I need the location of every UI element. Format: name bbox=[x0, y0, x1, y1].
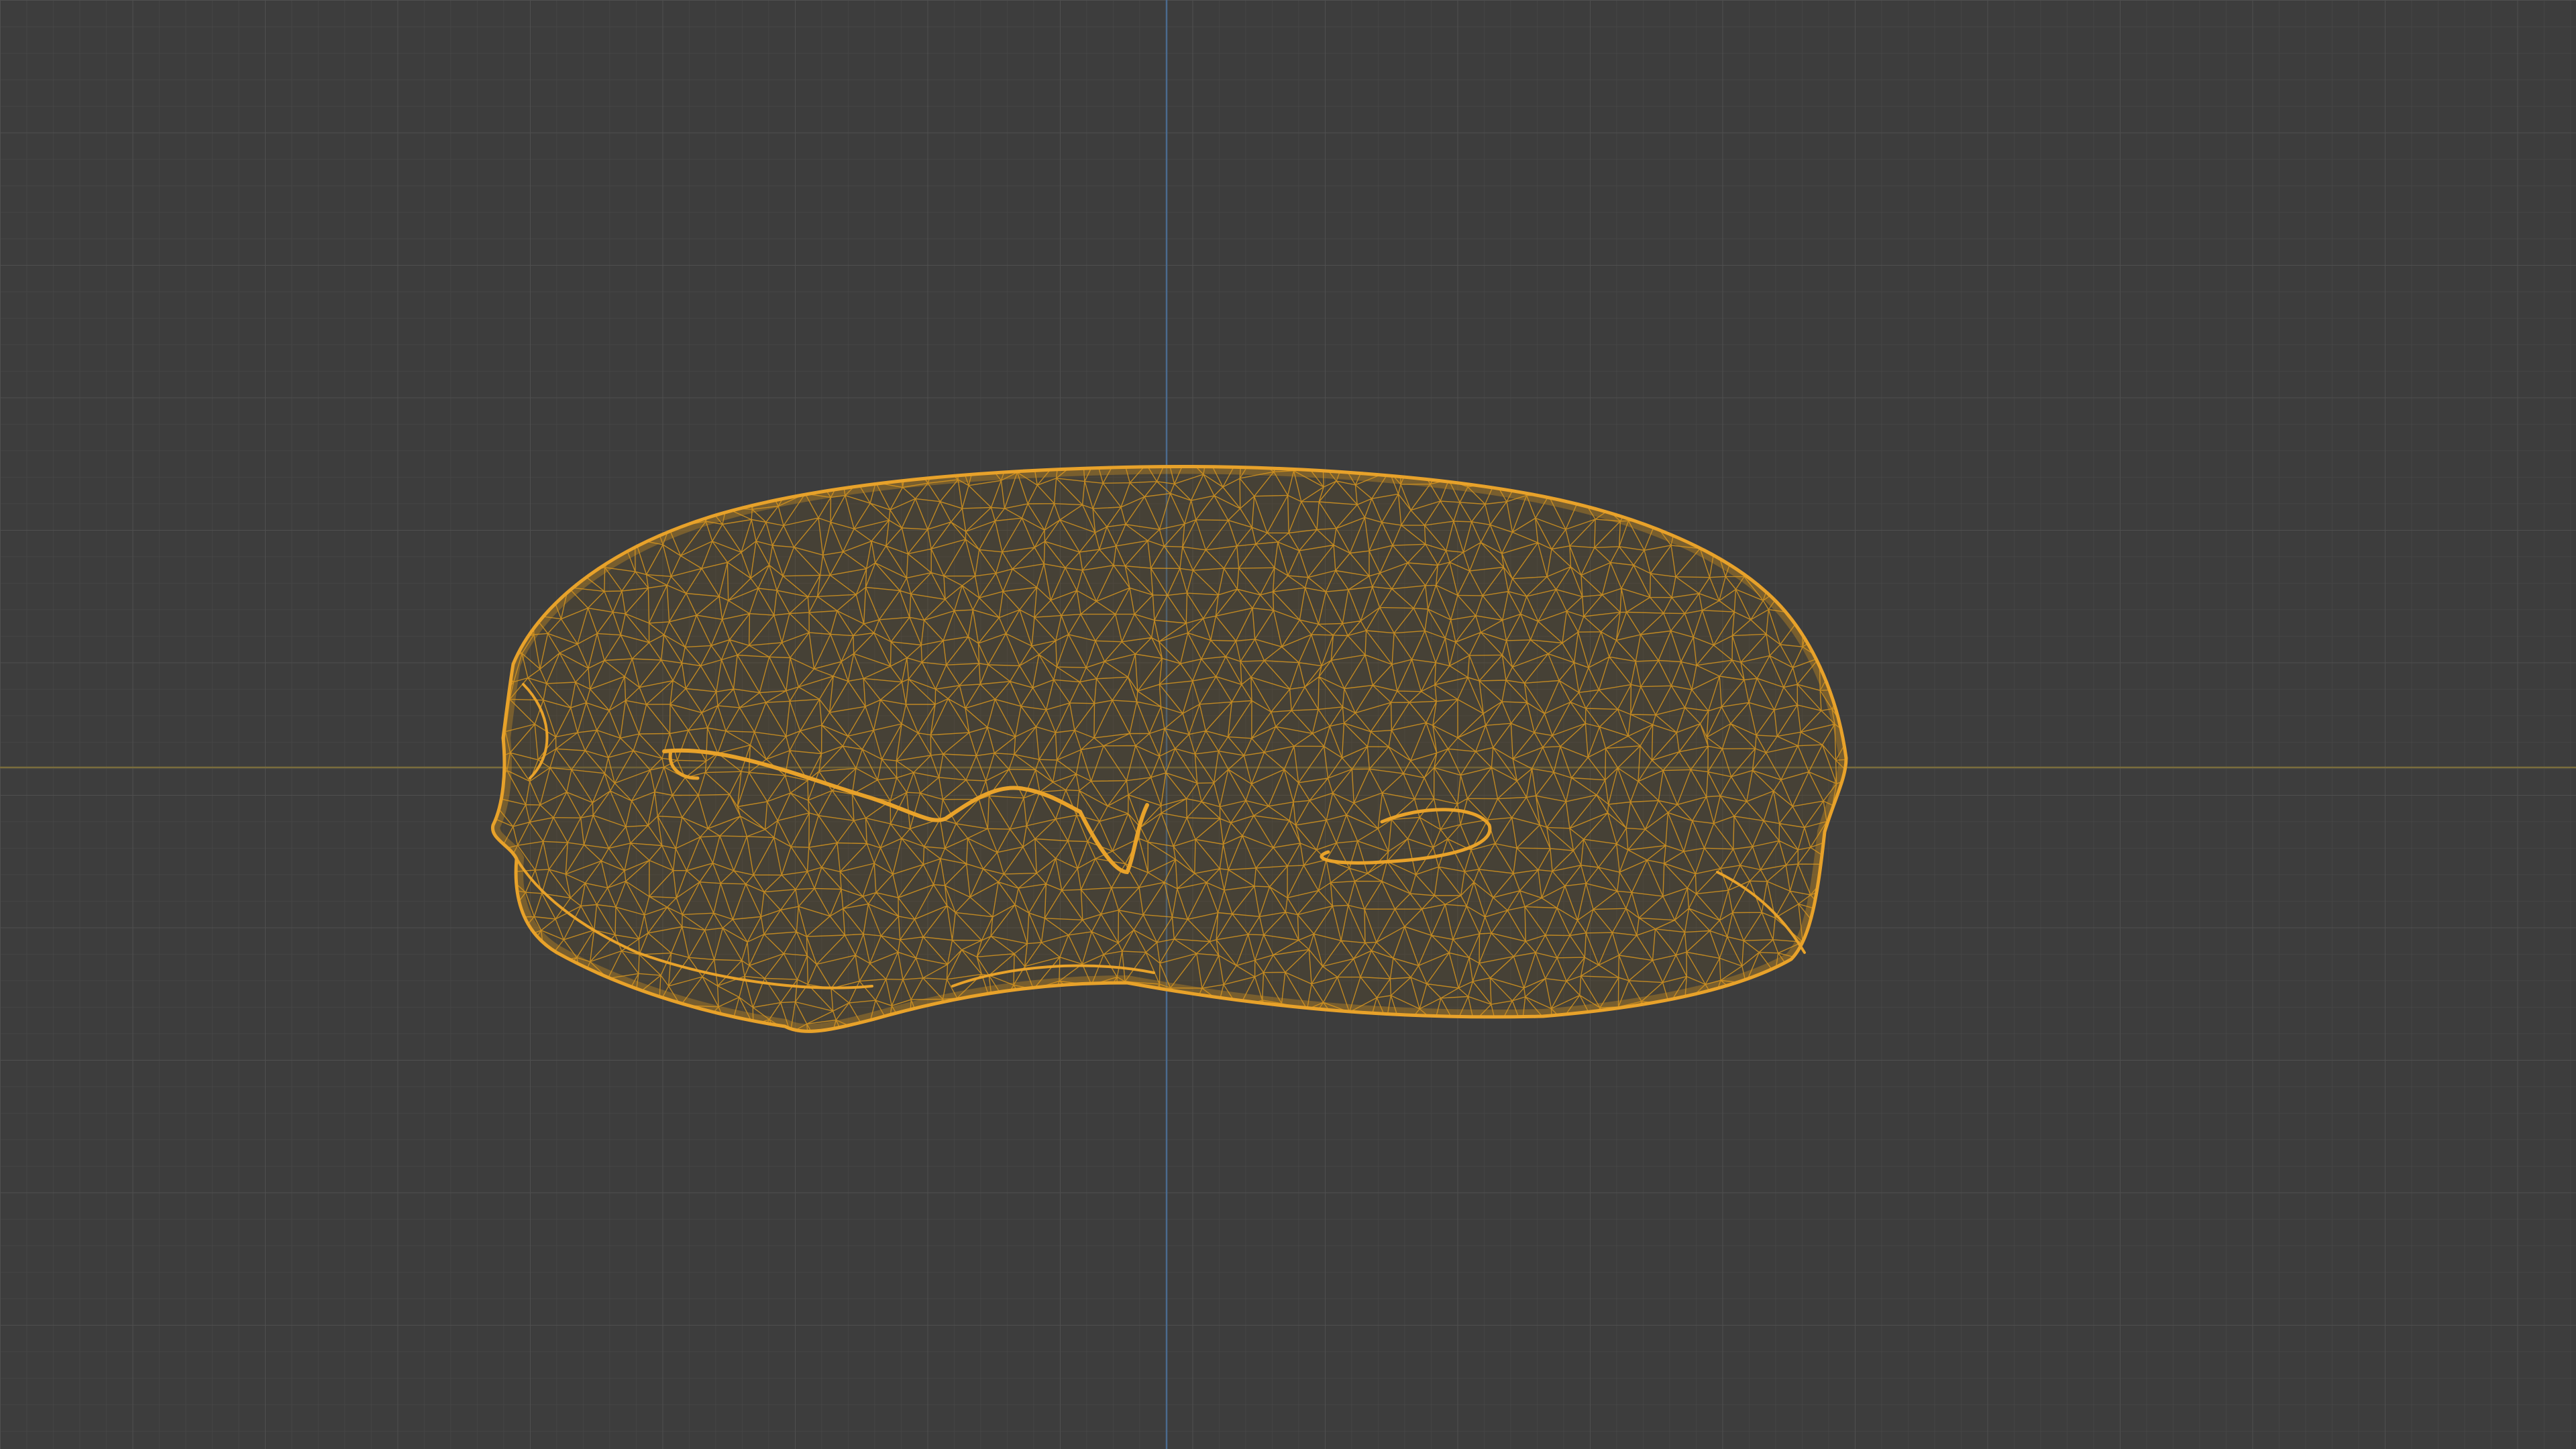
3d-viewport[interactable] bbox=[0, 0, 2576, 1449]
selected-mesh-object[interactable] bbox=[475, 448, 1894, 1058]
viewport-canvas[interactable] bbox=[0, 0, 2576, 1449]
